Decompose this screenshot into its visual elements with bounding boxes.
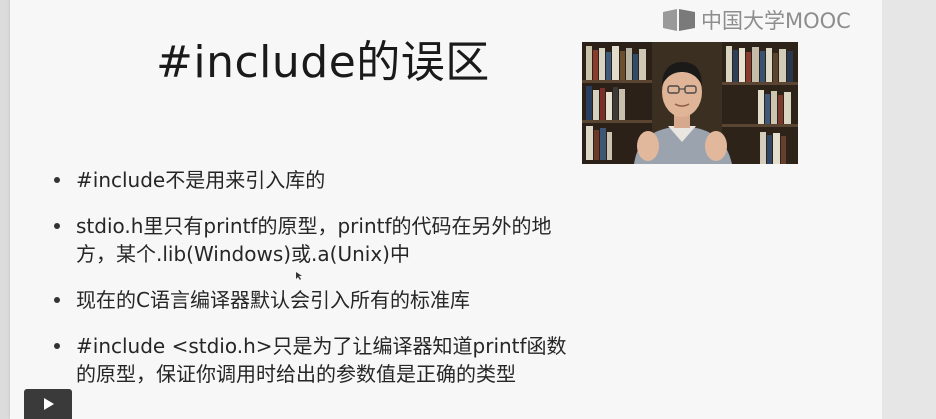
bullet-item: #include <stdio.h>只是为了让编译器知道printf函数 的原型…: [54, 332, 614, 388]
instructor-video: [582, 42, 798, 164]
bullet-list: #include不是用来引入库的 stdio.h里只有printf的原型，pri…: [54, 166, 614, 406]
bullet-line: #include不是用来引入库的: [76, 168, 326, 192]
play-icon: [44, 398, 54, 410]
mooc-logo-icon: [663, 9, 695, 31]
bullet-item: #include不是用来引入库的: [54, 166, 614, 194]
mouse-cursor-icon: [296, 272, 302, 280]
bullet-line: 的原型，保证你调用时给出的参数值是正确的类型: [76, 362, 516, 386]
bullet-item: stdio.h里只有printf的原型，printf的代码在另外的地 方，某个.…: [54, 212, 614, 268]
bullet-line: 现在的C语言编译器默认会引入所有的标准库: [76, 288, 470, 312]
bullet-line: #include <stdio.h>只是为了让编译器知道printf函数: [76, 334, 567, 358]
slide-title: #include的误区: [156, 37, 490, 88]
side-strip: [882, 0, 936, 419]
bullet-line: stdio.h里只有printf的原型，printf的代码在另外的地: [76, 214, 552, 238]
instructor-video-picture: [582, 42, 798, 164]
bullet-line: 方，某个.lib(Windows)或.a(Unix)中: [76, 242, 410, 266]
mooc-watermark: 中国大学MOOC: [661, 6, 851, 34]
watermark-text: 中国大学MOOC: [701, 9, 851, 33]
video-frame: #include的误区 #include不是用来引入库的 stdio.h里只有p…: [0, 0, 936, 419]
bullet-item: 现在的C语言编译器默认会引入所有的标准库: [54, 286, 614, 314]
play-button[interactable]: [24, 389, 72, 419]
